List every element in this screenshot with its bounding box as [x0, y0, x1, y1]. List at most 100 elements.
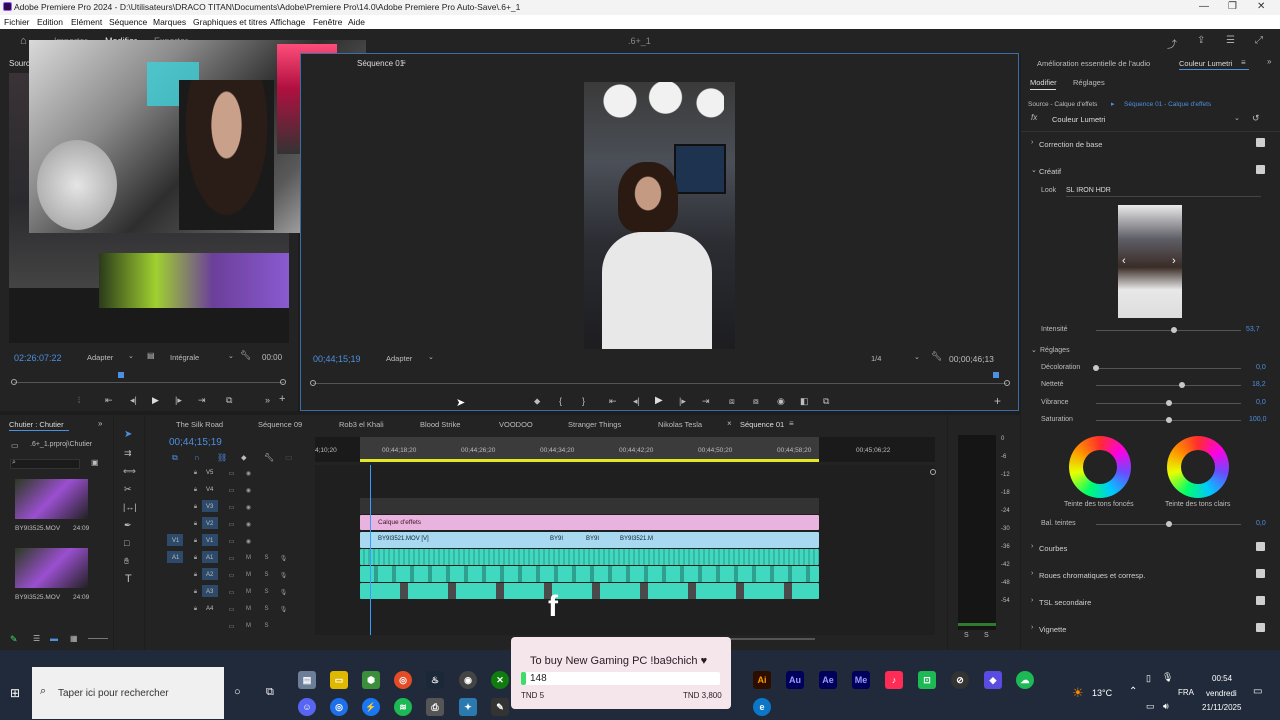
section-hsl[interactable]: TSL secondaire: [1039, 598, 1091, 607]
snap-icon[interactable]: ∩: [194, 453, 200, 462]
intensity-value[interactable]: 53,7: [1246, 326, 1260, 333]
app-icon[interactable]: ✦: [459, 698, 477, 716]
menu-icon[interactable]: ≡: [1241, 58, 1246, 67]
microphone-icon[interactable]: 🎙︎: [279, 572, 288, 580]
source-playhead[interactable]: [118, 372, 124, 378]
app-icon[interactable]: ⬢: [362, 671, 380, 689]
timeline-tab[interactable]: VOODOO: [499, 420, 533, 429]
menu-fichier[interactable]: Fichier: [4, 17, 30, 27]
vibrance-value[interactable]: 0,0: [1256, 399, 1266, 406]
timeline-timecode[interactable]: 00;44;15;19: [169, 437, 222, 448]
lock-icon[interactable]: 🔒︎: [191, 555, 200, 563]
app-icon[interactable]: ◎: [330, 698, 348, 716]
source-label[interactable]: Source - Calque d'effets: [1028, 101, 1097, 108]
menu-sequence[interactable]: Séquence: [109, 17, 147, 27]
restore-icon[interactable]: ❐: [1228, 1, 1237, 12]
menu-fenetre[interactable]: Fenêtre: [313, 17, 342, 27]
xbox-icon[interactable]: ✕: [491, 671, 509, 689]
solo-left-button[interactable]: S: [964, 632, 969, 639]
tint-balance-knob[interactable]: [1165, 521, 1172, 527]
timeline-tab-active[interactable]: Séquence 01: [740, 420, 784, 429]
scrub-start-icon[interactable]: [310, 380, 316, 386]
captions-icon[interactable]: ▭: [285, 453, 293, 462]
section-wheels[interactable]: Roues chromatiques et corresp.: [1039, 571, 1145, 580]
menu-element[interactable]: Elément: [71, 17, 102, 27]
step-back-icon[interactable]: ◂|: [633, 396, 640, 407]
sync-lock-icon[interactable]: ▭: [227, 470, 236, 478]
vibrance-knob[interactable]: [1165, 400, 1172, 406]
illustrator-icon[interactable]: Ai: [753, 671, 771, 689]
discord-icon[interactable]: ☺: [298, 698, 316, 716]
solo-button[interactable]: S: [262, 572, 271, 580]
next-look-icon[interactable]: ›: [1172, 255, 1176, 267]
chrome-icon[interactable]: ◎: [394, 671, 412, 689]
messenger-icon[interactable]: ⚡: [362, 698, 380, 716]
solo-button[interactable]: S: [262, 555, 271, 563]
clock-day[interactable]: vendredi: [1206, 689, 1237, 698]
solo-right-button[interactable]: S: [984, 632, 989, 639]
app-icon[interactable]: ⎙: [426, 698, 444, 716]
saturation-value[interactable]: 100,0: [1249, 416, 1267, 423]
camera-icon[interactable]: ◉: [777, 396, 785, 407]
clip-thumbnail[interactable]: [15, 548, 88, 588]
zoom-handle-icon[interactable]: [930, 469, 936, 475]
chevron-down-icon[interactable]: ⌄: [1234, 114, 1240, 122]
more-controls-icon[interactable]: »: [265, 395, 270, 405]
play-icon[interactable]: ▶: [152, 395, 159, 406]
spotify-icon[interactable]: ≋: [394, 698, 412, 716]
new-bin-icon[interactable]: ▣: [91, 458, 99, 467]
comparison-icon[interactable]: ◧: [800, 396, 809, 407]
curves-enable-checkbox[interactable]: [1256, 542, 1265, 551]
microphone-icon[interactable]: 🎙︎: [279, 589, 288, 597]
subtab-reglages[interactable]: Réglages: [1073, 78, 1105, 87]
hsl-enable-checkbox[interactable]: [1256, 596, 1265, 605]
sync-lock-icon[interactable]: ▭: [227, 538, 236, 546]
wrench-icon[interactable]: 🔧︎: [240, 350, 251, 361]
reset-icon[interactable]: ↺: [1252, 113, 1260, 124]
eye-icon[interactable]: ◉: [244, 470, 253, 478]
add-button-icon[interactable]: +: [994, 394, 1001, 408]
expand-icon[interactable]: »: [98, 419, 102, 428]
rectangle-tool-icon[interactable]: □: [124, 538, 129, 548]
go-to-out-icon[interactable]: ⇥: [702, 396, 710, 407]
volume-icon[interactable]: 🔊︎: [1163, 701, 1169, 712]
vignette-enable-checkbox[interactable]: [1256, 623, 1265, 632]
intensity-knob[interactable]: [1170, 327, 1177, 333]
step-forward-icon[interactable]: |▸: [175, 395, 182, 406]
sync-lock-icon[interactable]: ▭: [227, 521, 236, 529]
wrench-icon[interactable]: 🔧︎: [931, 351, 942, 362]
timeline-playhead[interactable]: [370, 465, 371, 635]
program-tab[interactable]: Séquence 01: [357, 59, 404, 68]
chevron-right-icon[interactable]: ›: [1031, 543, 1033, 550]
lock-icon[interactable]: 🔒︎: [191, 470, 200, 478]
section-creative[interactable]: Créatif: [1039, 167, 1061, 176]
add-button-icon[interactable]: +: [279, 393, 285, 405]
section-vignette[interactable]: Vignette: [1039, 625, 1066, 634]
timeline-tab[interactable]: Séquence 09: [258, 420, 302, 429]
sync-lock-icon[interactable]: ▭: [227, 589, 236, 597]
eye-icon[interactable]: ◉: [244, 487, 253, 495]
type-tool-icon[interactable]: T: [125, 573, 132, 585]
fade-slider[interactable]: [1096, 368, 1241, 369]
program-fit-dropdown[interactable]: Adapter: [386, 354, 412, 363]
section-curves[interactable]: Courbes: [1039, 544, 1067, 553]
sharpen-slider[interactable]: [1096, 385, 1241, 386]
chevron-right-icon[interactable]: ›: [1031, 597, 1033, 604]
chevron-down-icon[interactable]: ⌄: [128, 352, 134, 360]
chevron-up-icon[interactable]: ⌃: [1129, 686, 1137, 697]
previous-look-icon[interactable]: ‹: [1122, 255, 1126, 267]
app-icon[interactable]: ✎: [491, 698, 509, 716]
eye-icon[interactable]: ◉: [244, 504, 253, 512]
intensity-slider[interactable]: [1096, 330, 1241, 331]
source-quality-dropdown[interactable]: Intégrale: [170, 353, 199, 362]
source-fit-dropdown[interactable]: Adapter: [87, 353, 113, 362]
menu-icon[interactable]: ≡: [401, 58, 406, 67]
zoom-slider[interactable]: [88, 638, 108, 639]
audio-clip-a1[interactable]: [360, 549, 819, 565]
mute-button[interactable]: M: [244, 555, 253, 563]
mute-button[interactable]: M: [244, 606, 253, 614]
timeline-tab[interactable]: Rob3 el Khali: [339, 420, 384, 429]
windows-start-icon[interactable]: ⊞: [10, 686, 20, 700]
weather-icon[interactable]: ☀: [1072, 685, 1084, 701]
app-icon[interactable]: ⊡: [918, 671, 936, 689]
